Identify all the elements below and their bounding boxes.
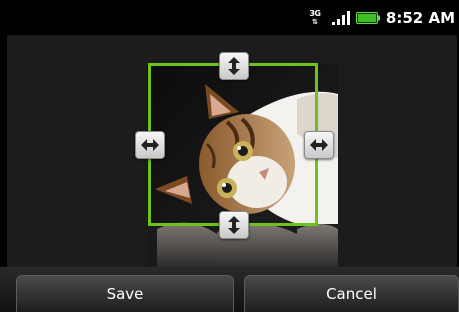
status-bar: 3G ⇅ 8:52 AM [0,0,459,35]
horizontal-resize-icon [141,139,159,151]
crop-image-screen: 3G ⇅ 8:52 AM Save Cancel [0,0,459,312]
data-activity-arrows: ⇅ [311,17,318,26]
signal-bars-icon [331,10,350,25]
cancel-button[interactable]: Cancel [244,275,459,312]
action-bar: Save Cancel [0,267,459,312]
battery-icon [355,11,380,24]
crop-handle-top[interactable] [219,52,249,80]
network-type-icon: 3G ⇅ [308,8,322,28]
clock: 8:52 AM [385,8,455,27]
image-crop-area[interactable] [7,35,457,267]
crop-handle-left[interactable] [135,131,165,159]
horizontal-resize-icon [310,139,328,151]
crop-frame[interactable] [148,63,318,226]
save-button[interactable]: Save [16,275,234,312]
status-indicators: 3G ⇅ 8:52 AM [308,0,455,35]
vertical-resize-icon [228,57,240,75]
crop-handle-bottom[interactable] [219,211,249,239]
crop-handle-right[interactable] [304,131,334,159]
network-type-label: 3G [309,8,321,18]
vertical-resize-icon [228,216,240,234]
